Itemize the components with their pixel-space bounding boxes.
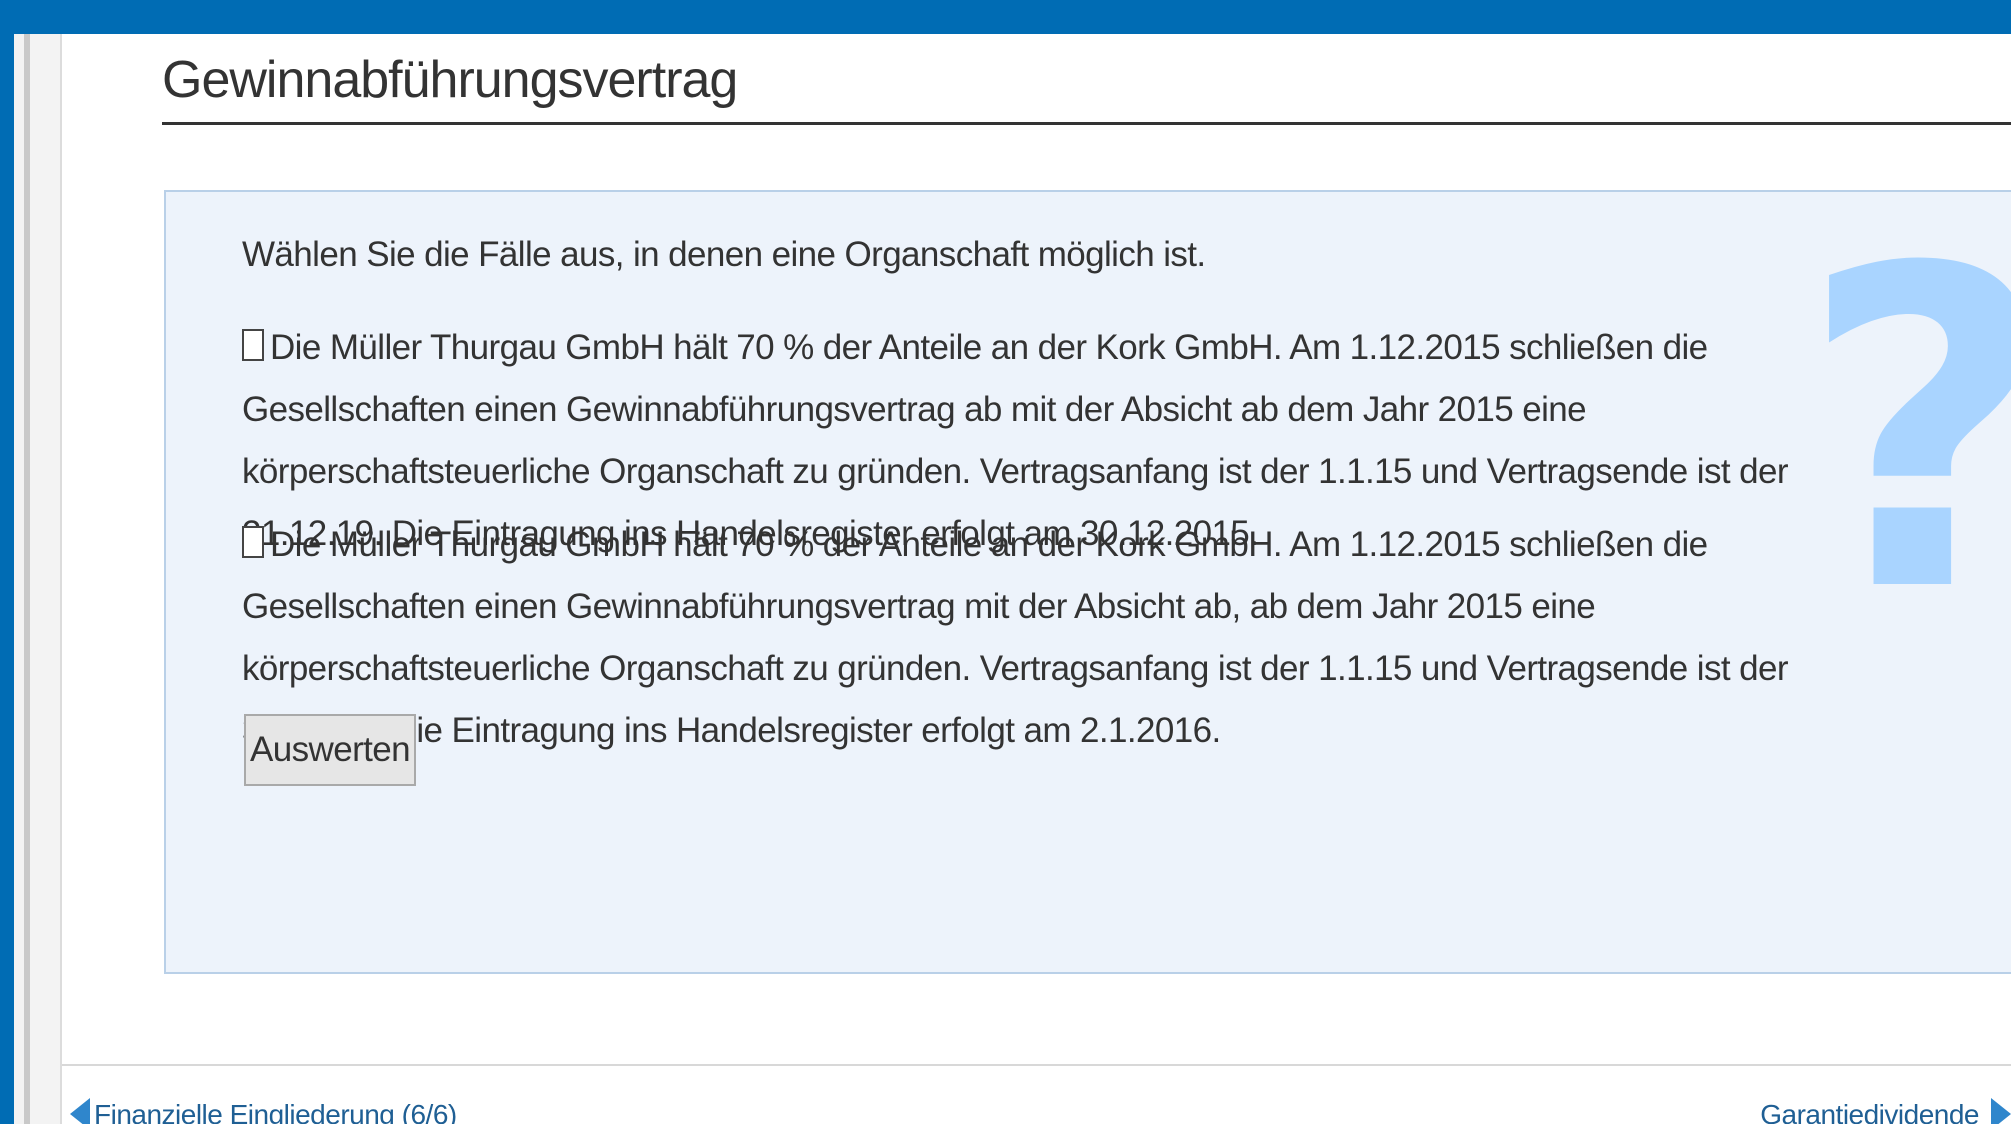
answer-checkbox-1[interactable] bbox=[242, 329, 264, 361]
next-page-link[interactable]: Garantiedividende bbox=[1760, 1098, 2011, 1124]
next-page-label: Garantiedividende bbox=[1760, 1099, 1979, 1124]
browser-viewport: Gewinnabführungsvertrag ? Wählen Sie die… bbox=[0, 0, 2011, 1124]
evaluate-button[interactable]: Auswerten bbox=[244, 714, 416, 786]
previous-page-label: Finanzielle Eingliederung (6/6) bbox=[94, 1099, 457, 1124]
title-underline bbox=[162, 122, 2011, 125]
arrow-left-icon bbox=[70, 1098, 90, 1124]
answer-option-label: Die Müller Thurgau GmbH hält 70 % der An… bbox=[242, 525, 1788, 750]
arrow-right-icon bbox=[1991, 1098, 2011, 1124]
left-edge-bar bbox=[0, 0, 14, 1124]
previous-page-link[interactable]: Finanzielle Eingliederung (6/6) bbox=[70, 1098, 457, 1124]
main-content: Gewinnabführungsvertrag ? Wählen Sie die… bbox=[62, 34, 2011, 1124]
question-prompt: Wählen Sie die Fälle aus, in denen eine … bbox=[242, 235, 1206, 274]
footer-divider bbox=[62, 1064, 2011, 1066]
answer-option: Die Müller Thurgau GmbH hält 70 % der An… bbox=[242, 514, 1902, 762]
sidebar-divider bbox=[24, 34, 30, 1124]
question-panel: ? Wählen Sie die Fälle aus, in denen ein… bbox=[164, 190, 2011, 974]
page-title: Gewinnabführungsvertrag bbox=[162, 51, 738, 109]
header-bar bbox=[0, 0, 2011, 34]
sidebar-strip bbox=[14, 34, 62, 1124]
answer-checkbox-2[interactable] bbox=[242, 526, 264, 558]
